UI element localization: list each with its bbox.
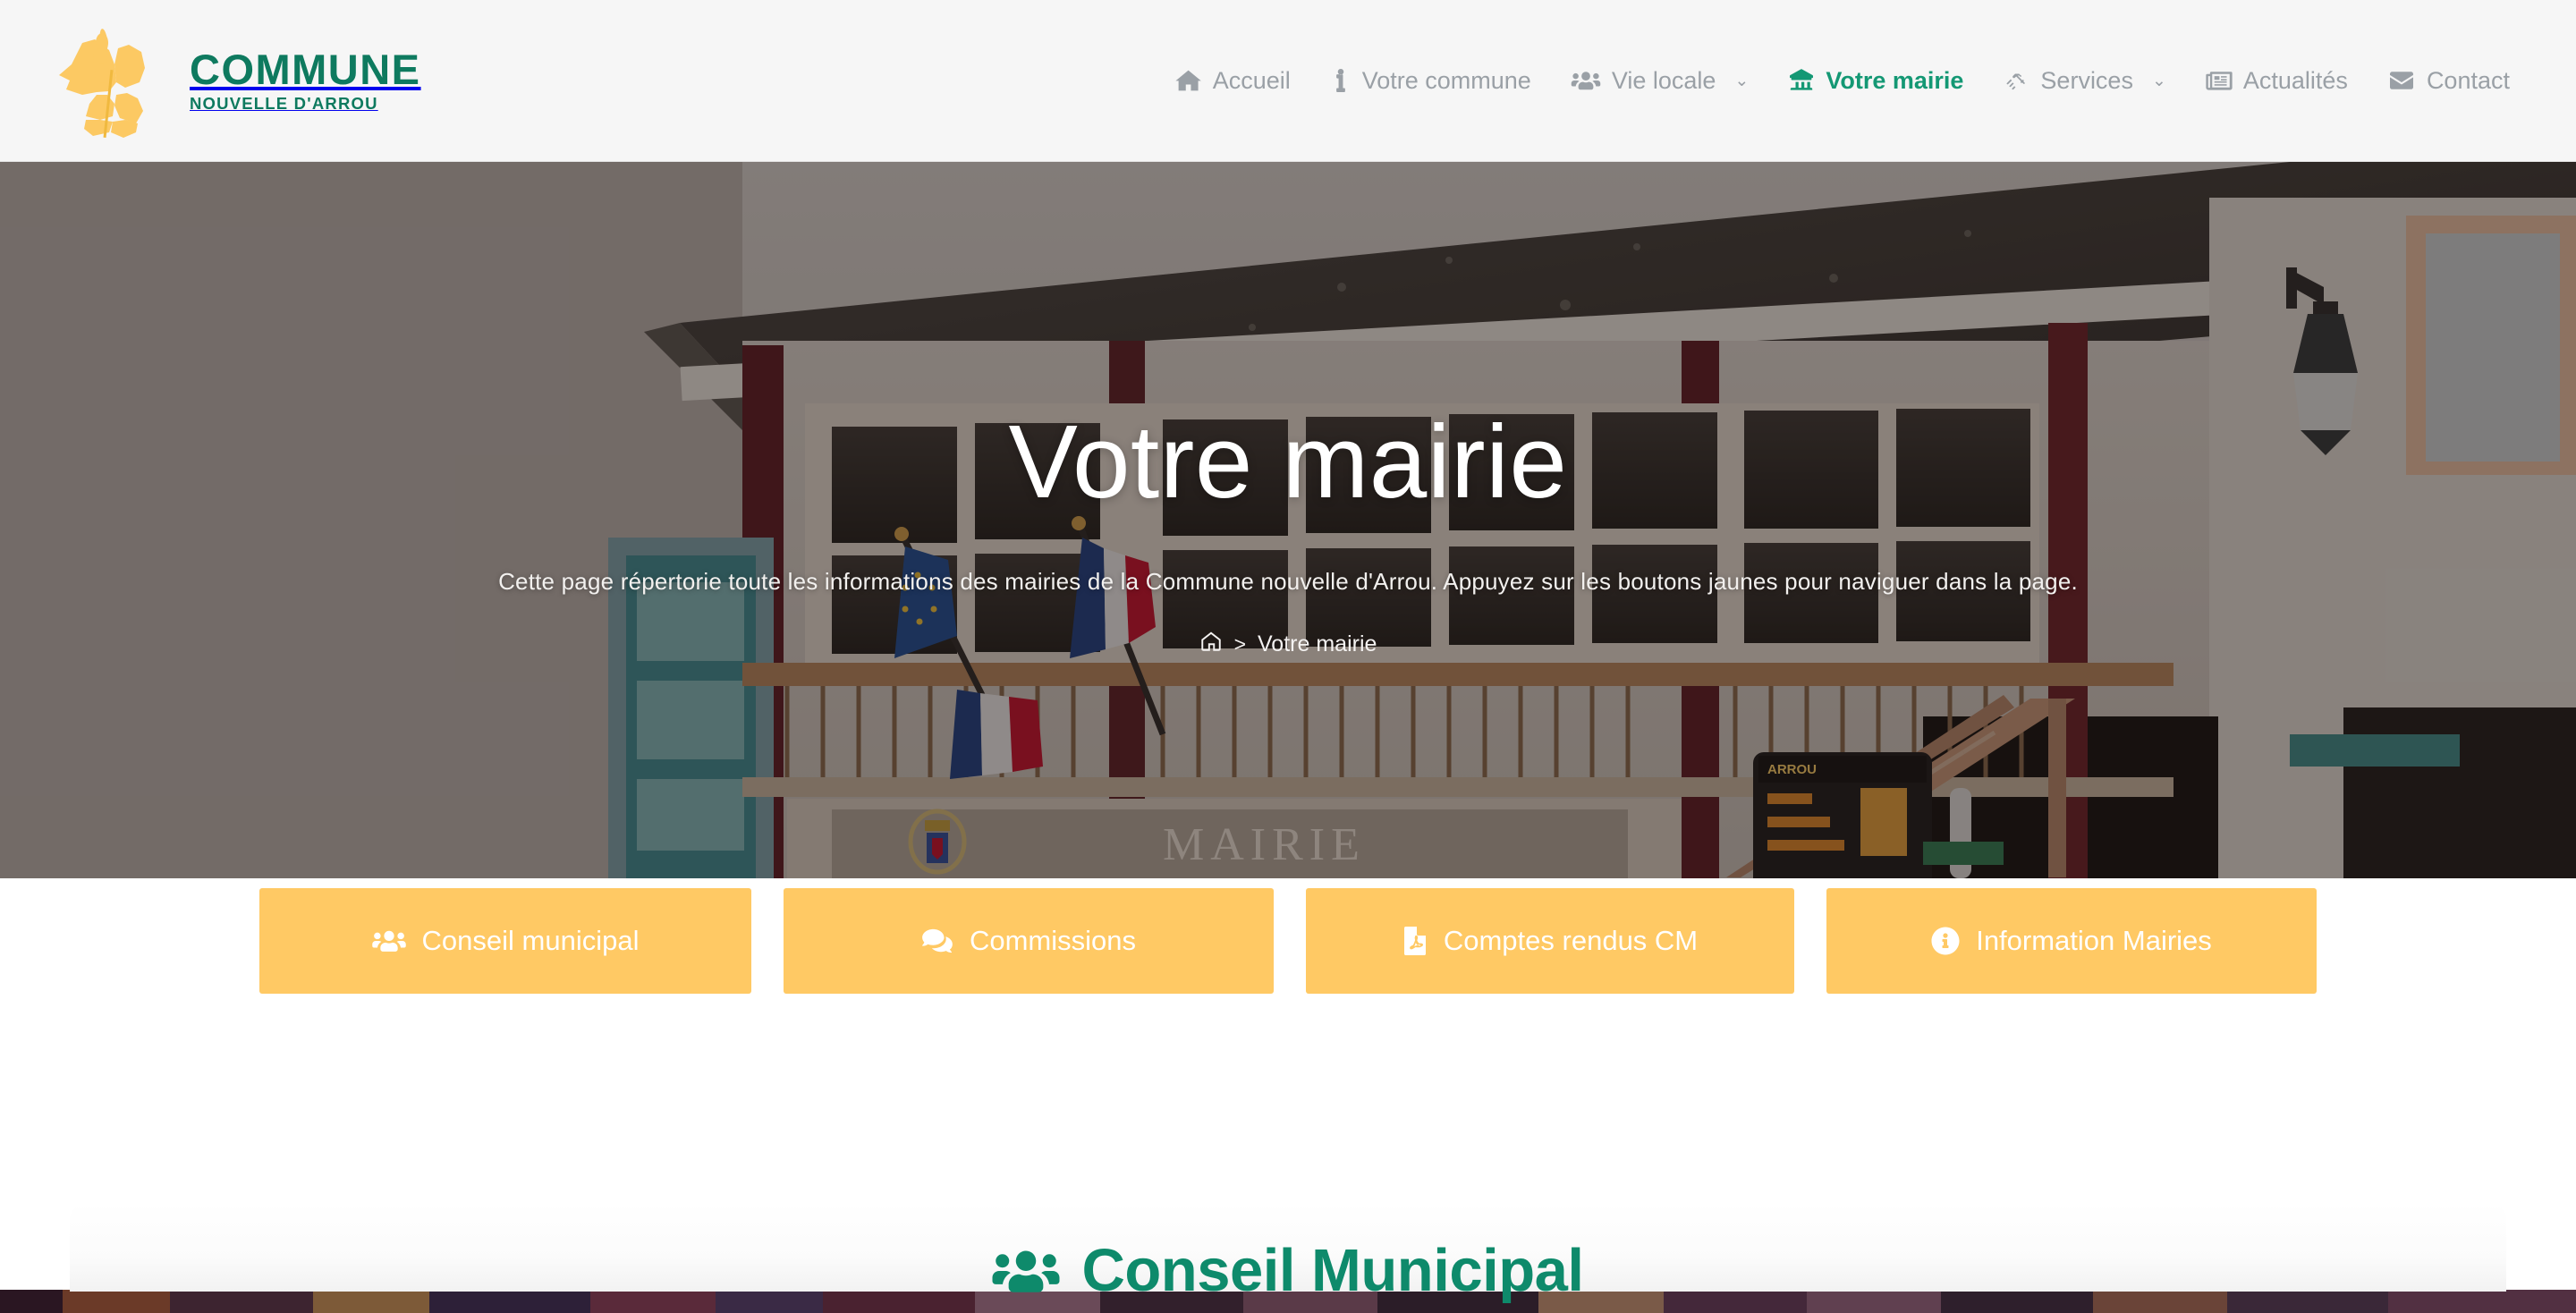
envelope-icon [2387, 69, 2416, 92]
quicklink-label: Conseil municipal [421, 925, 640, 956]
chevron-down-icon: ⌄ [2151, 71, 2166, 90]
site-logo[interactable]: COMMUNE NOUVELLE D'ARROU [43, 18, 421, 143]
nav-label: Actualités [2242, 66, 2348, 94]
conseil-municipal-section: Conseil Municipal [0, 1039, 2576, 1313]
quicklink-label: Commissions [969, 925, 1137, 956]
breadcrumb-separator: > [1233, 632, 1247, 656]
nav-item-contact[interactable]: Contact [2368, 58, 2529, 104]
breadcrumb: > Votre mairie [1199, 630, 1377, 659]
hero-subtitle: Cette page répertorie toute les informat… [498, 568, 2078, 596]
logo-title: COMMUNE [190, 46, 421, 94]
commune-map-wheat-logo-icon [43, 18, 186, 143]
home-icon[interactable] [1199, 630, 1223, 659]
users-icon [992, 1244, 1060, 1298]
nav-label: Vie locale [1611, 66, 1716, 94]
chevron-down-icon: ⌄ [1734, 71, 1750, 90]
nav-item-services[interactable]: Services ⌄ [1983, 58, 2185, 104]
nav-label: Contact [2426, 66, 2510, 94]
nav-label: Accueil [1212, 66, 1291, 94]
info-icon [1330, 69, 1352, 92]
file-pdf-icon [1402, 927, 1428, 955]
page-title: Votre mairie [1008, 402, 1568, 520]
hero-banner: MAIRIE ARROU Votre mairie Cette page rép… [0, 162, 2576, 878]
nav-item-actualites[interactable]: Actualités [2186, 58, 2368, 104]
home-icon [1175, 69, 1202, 92]
quicklink-information-mairies[interactable]: Information Mairies [1826, 888, 2317, 994]
nav-label: Services [2040, 66, 2133, 94]
hero-content: Votre mairie Cette page répertorie toute… [0, 162, 2576, 878]
users-icon [1571, 69, 1601, 92]
nav-label: Votre mairie [1826, 66, 1964, 94]
handshake-icon [2003, 69, 2029, 92]
quicklinks-bar: Conseil municipal Commissions Comptes re… [0, 878, 2576, 1039]
nav-item-votre-commune[interactable]: Votre commune [1310, 58, 1551, 104]
nav-label: Votre commune [1361, 66, 1531, 94]
section-heading: Conseil Municipal [0, 1236, 2576, 1305]
quicklink-comptes-rendus-cm[interactable]: Comptes rendus CM [1306, 888, 1794, 994]
main-navigation: Accueil Votre commune Vie locale ⌄ Votre… [1156, 58, 2529, 104]
nav-item-vie-locale[interactable]: Vie locale ⌄ [1551, 58, 1769, 104]
comments-icon [921, 928, 953, 954]
site-header: COMMUNE NOUVELLE D'ARROU Accueil Votre c… [0, 0, 2576, 162]
news-icon [2206, 69, 2233, 92]
logo-subtitle: NOUVELLE D'ARROU [190, 94, 378, 114]
breadcrumb-current: Votre mairie [1258, 631, 1377, 657]
section-title-text: Conseil Municipal [1081, 1237, 1584, 1304]
users-icon [371, 928, 406, 954]
quicklink-conseil-municipal[interactable]: Conseil municipal [259, 888, 751, 994]
info-circle-icon [1931, 927, 1960, 955]
nav-item-accueil[interactable]: Accueil [1156, 58, 1310, 104]
quicklink-label: Comptes rendus CM [1443, 925, 1699, 956]
quicklink-commissions[interactable]: Commissions [784, 888, 1274, 994]
nav-item-votre-mairie[interactable]: Votre mairie [1768, 58, 1983, 104]
quicklink-label: Information Mairies [1976, 925, 2212, 956]
landmark-icon [1788, 69, 1815, 92]
